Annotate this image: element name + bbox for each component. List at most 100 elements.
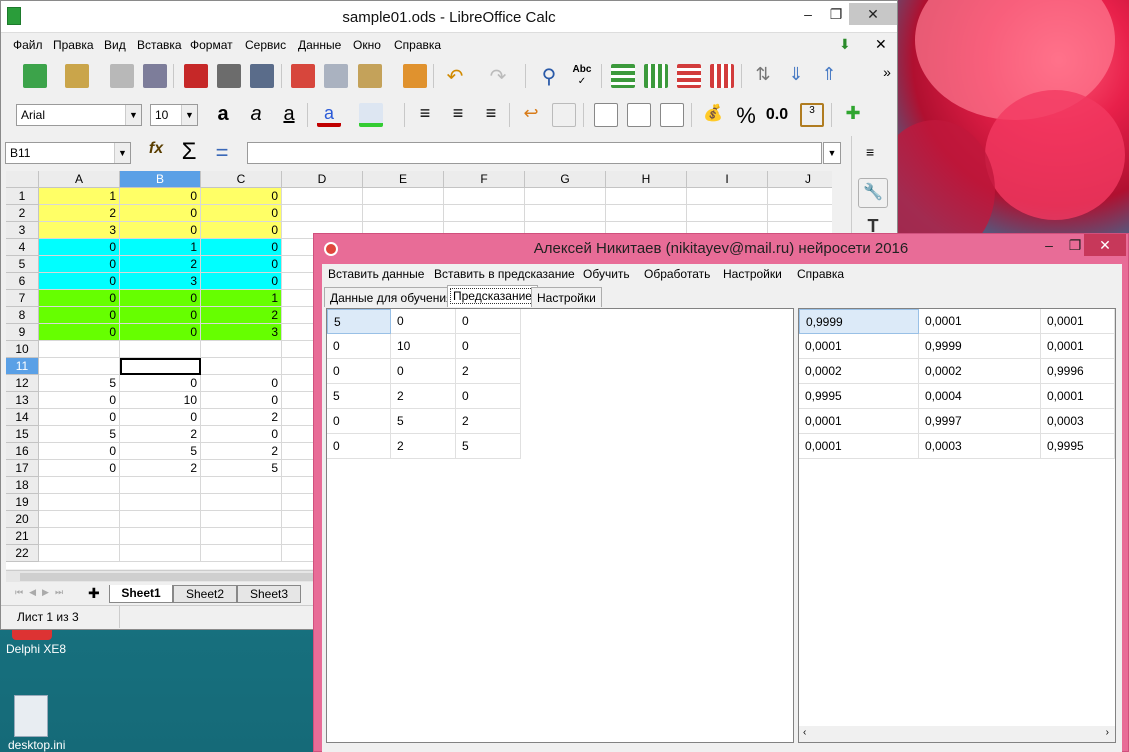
cell[interactable]: 3 [39,222,120,239]
align-middle-icon[interactable] [627,103,651,127]
font-size-select[interactable]: 10 ▼ [150,104,198,126]
add-sheet-button[interactable]: ✚ [88,585,102,603]
prev-sheet-icon[interactable]: ◀ [29,587,42,597]
next-sheet-icon[interactable]: ▶ [42,587,55,597]
menu-train[interactable]: Обучить [583,267,630,281]
formula-icon[interactable]: = [210,140,234,165]
menu-tools[interactable]: Сервис [245,38,286,52]
row-header-7[interactable]: 7 [6,290,39,307]
chevron-down-icon[interactable]: ▼ [181,105,197,125]
cell[interactable]: 2 [120,426,201,443]
cell[interactable]: 3 [120,273,201,290]
chevron-down-icon[interactable]: ▼ [125,105,141,125]
cell[interactable] [120,341,201,358]
cell[interactable]: 0 [39,392,120,409]
cell[interactable]: 0 [201,426,282,443]
name-box[interactable]: B11 ▼ [5,142,131,164]
menu-edit[interactable]: Правка [53,38,94,52]
cell[interactable] [39,545,120,562]
align-bottom-icon[interactable] [660,103,684,127]
row-header-19[interactable]: 19 [6,494,39,511]
close-doc-icon[interactable]: ✕ [875,36,887,53]
menu-view[interactable]: Вид [104,38,126,52]
input-cell[interactable]: 0 [327,434,391,459]
output-cell[interactable]: 0,0002 [919,359,1041,384]
date-format-icon[interactable]: 3 [800,103,824,127]
cell[interactable]: 2 [201,443,282,460]
cell[interactable] [120,528,201,545]
find-replace-icon[interactable]: ⚲ [537,64,561,88]
menu-settings[interactable]: Настройки [723,267,782,281]
formula-expand-button[interactable]: ▼ [823,142,841,164]
underline-icon[interactable]: a [277,103,301,127]
output-cell[interactable]: 0,0001 [919,309,1041,334]
cell[interactable]: 0 [120,307,201,324]
cell[interactable] [201,545,282,562]
output-cell[interactable]: 0,0003 [1041,409,1115,434]
column-header-h[interactable]: H [606,171,687,188]
output-cell[interactable]: 0,0001 [799,434,919,459]
input-cell[interactable]: 0 [456,309,521,334]
tab-prediction[interactable]: Предсказание [447,285,538,307]
menu-data[interactable]: Данные [298,38,341,52]
input-cell[interactable]: 0 [456,334,521,359]
input-cell[interactable]: 2 [391,434,456,459]
cell[interactable]: 2 [201,409,282,426]
print-icon[interactable] [217,64,241,88]
sort-icon[interactable]: ⇅ [751,64,775,88]
menu-format[interactable]: Формат [190,38,233,52]
cell[interactable]: 2 [120,256,201,273]
row-header-13[interactable]: 13 [6,392,39,409]
cell[interactable]: 1 [39,188,120,205]
cell[interactable]: 3 [201,324,282,341]
sidebar-menu-icon[interactable]: ≡ [866,144,874,160]
cell[interactable] [39,528,120,545]
row-header-21[interactable]: 21 [6,528,39,545]
cell[interactable]: 0 [120,375,201,392]
cell[interactable] [39,511,120,528]
output-cell[interactable]: 0,0001 [1041,309,1115,334]
cell[interactable]: 0 [120,290,201,307]
font-color-icon[interactable]: a [317,103,341,127]
cell[interactable] [282,188,363,205]
column-header-g[interactable]: G [525,171,606,188]
cell[interactable] [525,188,606,205]
close-button[interactable]: ✕ [1084,234,1126,256]
font-name-select[interactable]: Arial ▼ [16,104,142,126]
function-wizard-icon[interactable]: fx [144,140,168,164]
row-header-4[interactable]: 4 [6,239,39,256]
cell[interactable]: 0 [39,409,120,426]
align-left-icon[interactable]: ≡ [413,103,437,127]
cell[interactable] [606,205,687,222]
row-header-15[interactable]: 15 [6,426,39,443]
cell[interactable]: 5 [120,443,201,460]
cell[interactable] [120,494,201,511]
column-header-i[interactable]: I [687,171,768,188]
output-cell[interactable]: 0,0003 [919,434,1041,459]
cell[interactable]: 1 [201,290,282,307]
cell[interactable] [444,188,525,205]
tab-sheet1[interactable]: Sheet1 [109,585,173,603]
align-right-icon[interactable]: ≡ [479,103,503,127]
italic-icon[interactable]: a [244,103,268,127]
input-cell[interactable]: 0 [327,359,391,384]
cell[interactable]: 0 [120,409,201,426]
update-icon[interactable]: ⬇ [839,36,851,53]
cell[interactable] [201,494,282,511]
column-header-d[interactable]: D [282,171,363,188]
cell[interactable]: 5 [201,460,282,477]
close-button[interactable]: ✕ [849,3,897,25]
cell[interactable] [201,528,282,545]
undo-icon[interactable]: ↶ [443,64,467,88]
output-cell[interactable]: 0,0002 [799,359,919,384]
cell[interactable] [120,477,201,494]
cell[interactable]: 0 [39,443,120,460]
output-scrollbar[interactable]: ‹ › [799,726,1115,742]
column-header-b[interactable]: B [120,171,201,188]
input-cell[interactable]: 2 [456,359,521,384]
output-cell[interactable]: 0,0001 [799,409,919,434]
cell[interactable]: 0 [201,222,282,239]
save-as-icon[interactable] [143,64,167,88]
clone-format-icon[interactable] [403,64,427,88]
cell[interactable]: 0 [39,256,120,273]
